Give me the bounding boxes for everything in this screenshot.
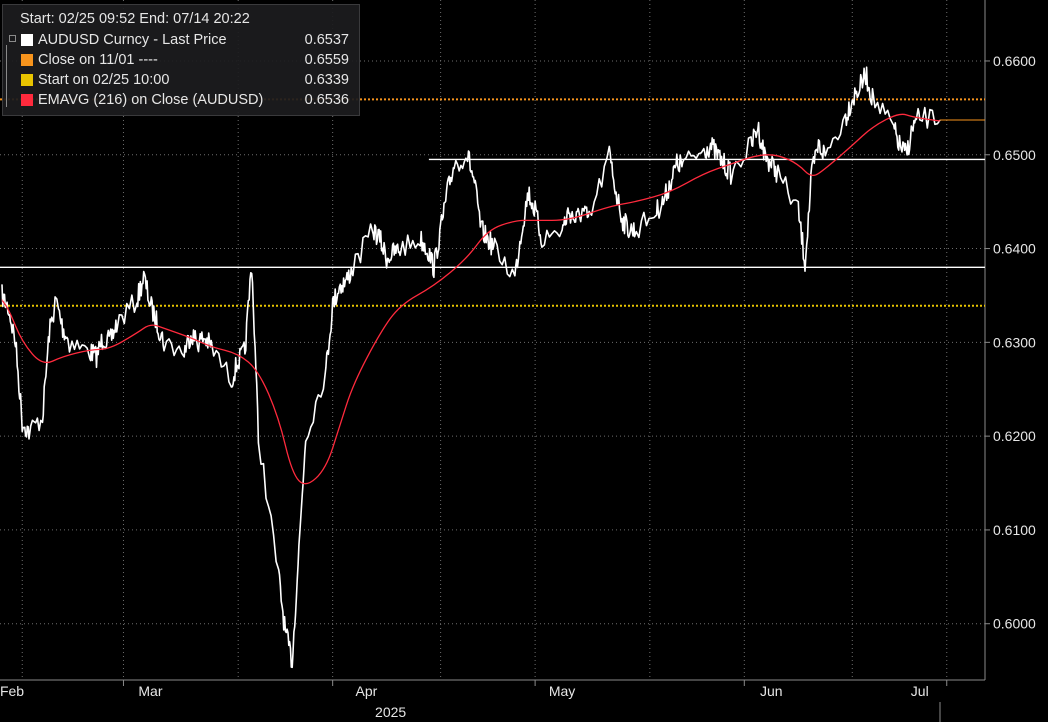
legend-label-close-ref: Close on 11/01 ----: [38, 52, 158, 68]
legend-swatch-last-price: [21, 34, 33, 46]
legend-label-ema: EMAVG (216) on Close (AUDUSD): [38, 92, 264, 108]
x-tick-label: Mar: [138, 683, 162, 699]
legend-swatch-ema: [21, 94, 33, 106]
x-tick-label: May: [549, 683, 575, 699]
x-tick-label: Feb: [0, 683, 24, 699]
legend-item-start-ref[interactable]: Start on 02/25 10:00 0.6339: [9, 72, 355, 90]
legend-label-start-ref: Start on 02/25 10:00: [38, 72, 170, 88]
legend-swatch-start-ref: [21, 74, 33, 86]
collapse-toggle-icon[interactable]: [9, 35, 16, 42]
legend-item-last-price[interactable]: AUDUSD Curncy - Last Price 0.6537: [9, 32, 355, 50]
legend-value-start-ref: 0.6339: [304, 72, 349, 88]
legend-value-last-price: 0.6537: [304, 32, 349, 48]
legend-label-last-price: AUDUSD Curncy - Last Price: [38, 32, 227, 48]
y-tick-label: 0.6200: [993, 428, 1036, 444]
y-tick-label: 0.6000: [993, 616, 1036, 632]
y-tick-label: 0.6600: [993, 53, 1036, 69]
legend-item-ema[interactable]: EMAVG (216) on Close (AUDUSD) 0.6536: [9, 92, 355, 110]
legend-item-close-ref[interactable]: Close on 11/01 ---- 0.6559: [9, 52, 355, 70]
x-tick-label: Apr: [356, 683, 378, 699]
legend-date-range: Start: 02/25 09:52 End: 07/14 20:22: [20, 11, 250, 27]
legend-value-ema: 0.6536: [304, 92, 349, 108]
x-year-label: 2025: [375, 704, 406, 720]
y-tick-label: 0.6400: [993, 241, 1036, 257]
x-tick-label: Jun: [760, 683, 783, 699]
ema-series-line: [1, 113, 941, 485]
y-tick-label: 0.6500: [993, 147, 1036, 163]
y-tick-label: 0.6100: [993, 522, 1036, 538]
chart-legend: Start: 02/25 09:52 End: 07/14 20:22 AUDU…: [2, 4, 360, 116]
price-series-line: [1, 66, 941, 669]
legend-swatch-close-ref: [21, 54, 33, 66]
legend-value-close-ref: 0.6559: [304, 52, 349, 68]
x-tick-label: Jul: [911, 683, 929, 699]
y-tick-label: 0.6300: [993, 334, 1036, 350]
legend-tree-line: [6, 45, 7, 107]
